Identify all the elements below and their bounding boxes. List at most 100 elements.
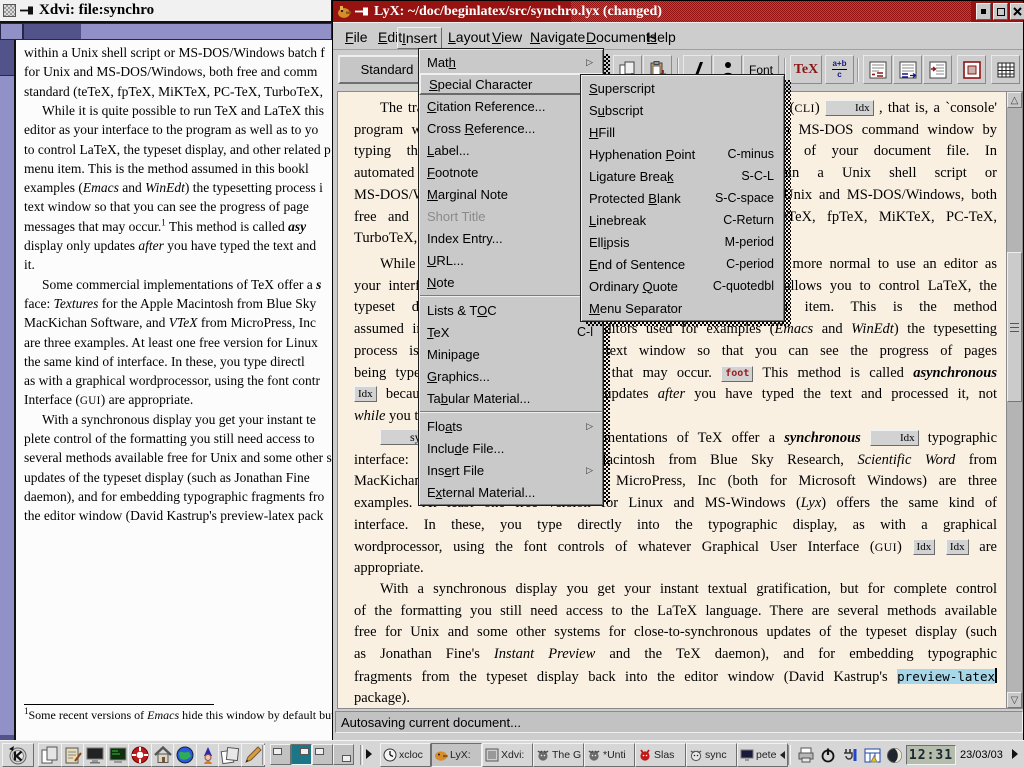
pager-desktop-4[interactable] bbox=[333, 744, 354, 765]
menu-item-protected-blank[interactable]: Protected BlankS-C-space bbox=[581, 187, 784, 209]
menu-item-marginal-note[interactable]: Marginal Note bbox=[419, 183, 603, 205]
menu-item-special-character[interactable]: Special Character▷ bbox=[419, 73, 603, 95]
menu-help[interactable]: Help bbox=[643, 27, 680, 47]
insert-figure-button[interactable] bbox=[957, 55, 986, 84]
display-launcher[interactable] bbox=[83, 743, 107, 767]
menu-item-cross-reference[interactable]: Cross Reference... bbox=[419, 117, 603, 139]
documents-launcher[interactable] bbox=[38, 743, 62, 767]
k-menu-button[interactable] bbox=[2, 743, 34, 767]
scrollbar-thumb[interactable] bbox=[1007, 252, 1022, 402]
panel-hide-icon[interactable] bbox=[1012, 749, 1018, 759]
menu-item-subscript[interactable]: Subscript bbox=[581, 99, 784, 121]
home-launcher[interactable] bbox=[151, 743, 175, 767]
thumb-grip bbox=[1010, 331, 1019, 332]
insert-table-button[interactable] bbox=[991, 55, 1020, 84]
menu-item-linebreak[interactable]: LinebreakC-Return bbox=[581, 209, 784, 231]
scroll-down-button[interactable]: ▽ bbox=[1007, 692, 1022, 708]
organizer-tray-icon[interactable] bbox=[862, 745, 882, 765]
close-button[interactable] bbox=[1010, 3, 1024, 20]
menu-item-external-material[interactable]: External Material... bbox=[419, 481, 603, 503]
menu-navigate[interactable]: Navigate bbox=[526, 27, 589, 47]
menu-item-note[interactable]: Note bbox=[419, 271, 603, 293]
help-launcher[interactable] bbox=[128, 743, 152, 767]
insert-margin-note-button[interactable] bbox=[893, 55, 922, 84]
task-button-sync[interactable]: sync bbox=[686, 743, 737, 767]
pager-desktop-3[interactable] bbox=[312, 744, 333, 765]
change-depth-button[interactable] bbox=[923, 55, 952, 84]
xdvi-vscroll-thumb[interactable] bbox=[0, 75, 14, 735]
window-menu-icon[interactable] bbox=[3, 4, 16, 17]
menu-view[interactable]: View bbox=[488, 27, 526, 47]
menu-item-end-of-sentence[interactable]: End of SentenceC-period bbox=[581, 253, 784, 275]
minimize-button[interactable] bbox=[976, 3, 991, 20]
footnote-inset-badge[interactable]: foot bbox=[721, 366, 753, 382]
task-button-pete[interactable]: pete bbox=[737, 743, 788, 767]
panel-clock[interactable]: 12:31 bbox=[906, 745, 956, 765]
task-button-lyx[interactable]: LyX: bbox=[431, 743, 482, 767]
menu-item-label: Insert File bbox=[427, 463, 578, 478]
menu-item-superscript[interactable]: Superscript bbox=[581, 77, 784, 99]
menu-item-minipage[interactable]: Minipage bbox=[419, 343, 603, 365]
menu-item-label: Special Character bbox=[429, 77, 576, 92]
task-button-slas[interactable]: Slas bbox=[635, 743, 686, 767]
index-inset-badge[interactable]: Idx bbox=[354, 386, 377, 402]
menu-item-url[interactable]: URL... bbox=[419, 249, 603, 271]
xdvi-hscroll-thumb[interactable] bbox=[81, 24, 332, 39]
math-mode-button[interactable]: a+b c bbox=[825, 55, 854, 84]
index-inset-badge[interactable]: Idx bbox=[913, 539, 936, 555]
insert-footnote-button[interactable] bbox=[863, 55, 892, 84]
xdvi-vertical-scrollbar[interactable] bbox=[0, 40, 16, 740]
taskbar-expand-icon[interactable] bbox=[366, 749, 372, 759]
editor-launcher[interactable] bbox=[241, 743, 265, 767]
scroll-up-button[interactable]: △ bbox=[1007, 92, 1022, 108]
italic-text: after bbox=[138, 238, 164, 253]
files-launcher[interactable] bbox=[218, 743, 242, 767]
printer-tray-icon[interactable] bbox=[796, 745, 816, 765]
menu-item-tex[interactable]: TeXC-l bbox=[419, 321, 603, 343]
menu-item-hfill[interactable]: HFill bbox=[581, 121, 784, 143]
menu-item-ordinary-quote[interactable]: Ordinary QuoteC-quotedbl bbox=[581, 275, 784, 297]
menu-item-graphics[interactable]: Graphics... bbox=[419, 365, 603, 387]
menu-item-footnote[interactable]: Footnote bbox=[419, 161, 603, 183]
menu-item-include-file[interactable]: Include File... bbox=[419, 437, 603, 459]
lyx-titlebar[interactable]: LyX: ~/doc/beginlatex/src/synchro.lyx (c… bbox=[333, 1, 1023, 22]
menu-file[interactable]: File bbox=[341, 27, 372, 47]
menu-item-menu-separator[interactable]: Menu Separator bbox=[581, 297, 784, 319]
menu-item-short-title: Short Title bbox=[419, 205, 603, 227]
menu-item-tabular-material[interactable]: Tabular Material... bbox=[419, 387, 603, 409]
menu-layout[interactable]: Layout bbox=[444, 27, 494, 47]
menu-insert[interactable]: Insert bbox=[397, 27, 442, 49]
menu-item-insert-file[interactable]: Insert File▷ bbox=[419, 459, 603, 481]
menu-item-lists-toc[interactable]: Lists & TOC bbox=[419, 299, 603, 321]
menu-item-ellipsis[interactable]: EllipsisM-period bbox=[581, 231, 784, 253]
task-button-the-g[interactable]: The G bbox=[533, 743, 584, 767]
lyx-vertical-scrollbar[interactable]: △ ▽ bbox=[1006, 91, 1023, 709]
bold-italic-text: s bbox=[316, 277, 321, 292]
menu-item-label[interactable]: Label... bbox=[419, 139, 603, 161]
moon-tray-icon[interactable] bbox=[884, 745, 904, 765]
task-button-xdvi[interactable]: Xdvi: bbox=[482, 743, 533, 767]
klipper-tray-icon[interactable] bbox=[840, 745, 860, 765]
menu-item-math[interactable]: Math▷ bbox=[419, 51, 603, 73]
task-button-xcloc[interactable]: xcloc bbox=[380, 743, 431, 767]
index-inset-badge[interactable]: Idx bbox=[825, 100, 874, 116]
menu-item-ligature-break[interactable]: Ligature BreakS-C-L bbox=[581, 165, 784, 187]
menu-item-citation-reference[interactable]: Citation Reference... bbox=[419, 95, 603, 117]
maximize-button[interactable] bbox=[993, 3, 1008, 20]
menu-item-index-entry[interactable]: Index Entry... bbox=[419, 227, 603, 249]
index-inset-badge[interactable]: Idx bbox=[870, 430, 919, 446]
notes-launcher[interactable] bbox=[61, 743, 85, 767]
xdvi-titlebar[interactable]: Xdvi: file:synchro bbox=[0, 0, 331, 23]
power-tray-icon[interactable] bbox=[818, 745, 838, 765]
pager-desktop-1[interactable] bbox=[270, 744, 291, 765]
menu-item-hyphenation-point[interactable]: Hyphenation PointC-minus bbox=[581, 143, 784, 165]
terminal-launcher[interactable] bbox=[106, 743, 130, 767]
task-button-unti[interactable]: *Unti bbox=[584, 743, 635, 767]
browser-launcher[interactable] bbox=[173, 743, 197, 767]
tex-mode-button[interactable]: TeX bbox=[790, 55, 822, 84]
xdvi-horizontal-scrollbar[interactable] bbox=[23, 23, 333, 40]
wizard-launcher[interactable] bbox=[196, 743, 220, 767]
pager-desktop-2[interactable] bbox=[291, 744, 312, 765]
index-inset-badge[interactable]: Idx bbox=[946, 539, 969, 555]
menu-item-floats[interactable]: Floats▷ bbox=[419, 415, 603, 437]
